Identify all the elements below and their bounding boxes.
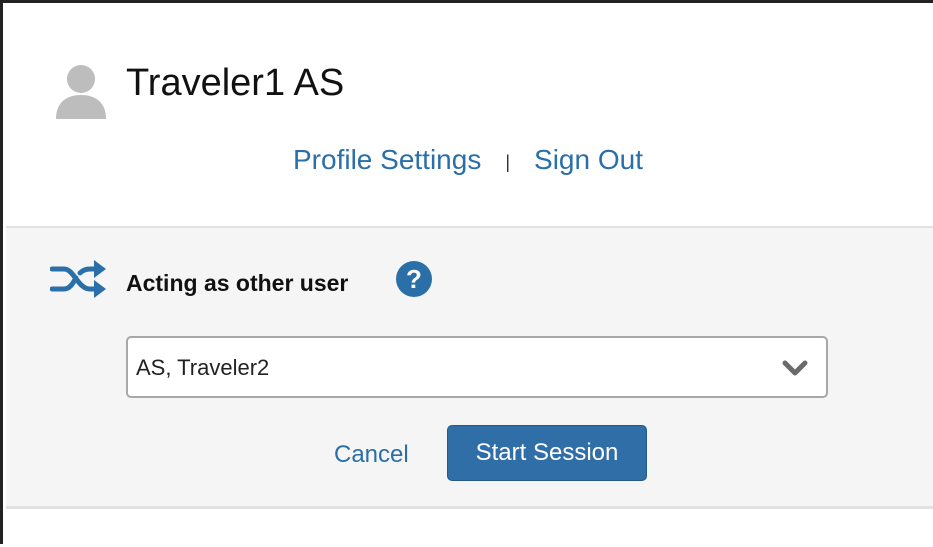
acting-as-title: Acting as other user — [126, 270, 349, 296]
account-links: Profile Settings | Sign Out — [293, 140, 643, 180]
acting-as-panel: Acting as other user ? AS, Traveler2 Can… — [6, 228, 933, 506]
svg-text:?: ? — [406, 264, 422, 294]
user-select-dropdown[interactable]: AS, Traveler2 — [126, 336, 828, 398]
popup-frame: Traveler1 AS Profile Settings | Sign Out… — [0, 0, 933, 547]
profile-settings-link[interactable]: Profile Settings — [293, 144, 481, 176]
start-session-button[interactable]: Start Session — [447, 425, 647, 481]
profile-header: Traveler1 AS Profile Settings | Sign Out — [6, 6, 933, 226]
user-name: Traveler1 AS — [126, 62, 345, 104]
footer-area — [6, 509, 933, 547]
cancel-link[interactable]: Cancel — [334, 440, 409, 470]
chevron-down-icon — [782, 360, 808, 376]
link-separator: | — [505, 151, 511, 172]
shuffle-icon — [50, 260, 106, 298]
selected-user-value: AS, Traveler2 — [136, 355, 270, 380]
user-silhouette-icon — [56, 65, 106, 119]
sign-out-link[interactable]: Sign Out — [534, 144, 643, 176]
question-circle-icon[interactable]: ? — [395, 260, 433, 298]
